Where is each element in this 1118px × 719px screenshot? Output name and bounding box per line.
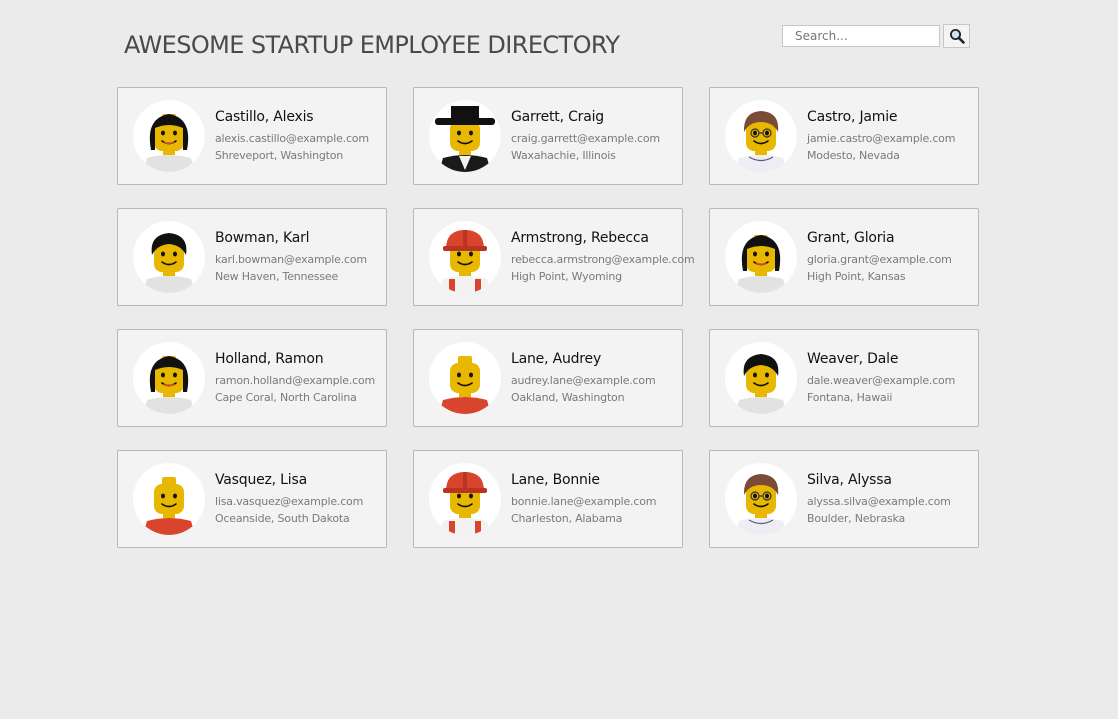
employee-card[interactable]: Holland, Ramon ramon.holland@example.com C… — [117, 329, 387, 427]
lego-minifig-icon — [143, 114, 195, 172]
employee-name: Weaver, Dale — [807, 350, 899, 367]
avatar — [133, 463, 205, 535]
employee-email: karl.bowman@example.com — [215, 252, 367, 266]
employee-info: Grant, Gloria gloria.grant@example.com Hig… — [807, 230, 952, 285]
lego-minifig-icon — [143, 356, 195, 414]
lego-minifig-icon — [735, 235, 787, 293]
employee-location: Boulder, Nebraska — [807, 511, 906, 525]
employee-info: Armstrong, Rebecca rebecca.armstrong@exam… — [511, 229, 695, 285]
employee-card[interactable]: Lane, Bonnie bonnie.lane@example.com Charl… — [413, 450, 683, 548]
employee-location: High Point, Kansas — [807, 269, 906, 283]
employee-name: Castro, Jamie — [807, 108, 898, 125]
search-input[interactable] — [782, 25, 940, 47]
employee-name: Garrett, Craig — [511, 108, 604, 125]
employee-info: Lane, Audrey audrey.lane@example.com Oakla… — [511, 350, 656, 406]
employee-email: audrey.lane@example.com — [511, 373, 656, 387]
search-button[interactable] — [943, 24, 970, 48]
lego-minifig-icon — [439, 472, 491, 535]
employee-card[interactable]: Castillo, Alexis alexis.castillo@example.… — [117, 87, 387, 185]
avatar — [133, 342, 205, 414]
lego-minifig-icon — [143, 477, 195, 535]
employee-gallery: Castillo, Alexis alexis.castillo@example.… — [117, 87, 979, 548]
employee-info: Holland, Ramon ramon.holland@example.com C… — [215, 351, 375, 406]
employee-name: Vasquez, Lisa — [215, 471, 307, 488]
lego-minifig-icon — [143, 233, 195, 293]
employee-location: Charleston, Alabama — [511, 511, 623, 525]
employee-name: Lane, Bonnie — [511, 471, 600, 488]
employee-location: Oceanside, South Dakota — [215, 511, 350, 525]
avatar — [725, 221, 797, 293]
employee-name: Armstrong, Rebecca — [511, 229, 649, 246]
avatar — [725, 342, 797, 414]
employee-name: Silva, Alyssa — [807, 471, 892, 488]
employee-name: Holland, Ramon — [215, 350, 324, 367]
employee-card[interactable]: Bowman, Karl karl.bowman@example.com New H… — [117, 208, 387, 306]
lego-minifig-icon — [439, 356, 491, 414]
employee-location: High Point, Wyoming — [511, 269, 622, 283]
avatar — [725, 463, 797, 535]
avatar — [429, 221, 501, 293]
employee-info: Weaver, Dale dale.weaver@example.com Fonta… — [807, 351, 955, 406]
employee-email: alexis.castillo@example.com — [215, 131, 369, 145]
employee-location: Modesto, Nevada — [807, 148, 900, 162]
avatar — [429, 463, 501, 535]
employee-email: dale.weaver@example.com — [807, 373, 956, 387]
page-title: AWESOME STARTUP EMPLOYEE DIRECTORY — [124, 31, 620, 59]
employee-email: bonnie.lane@example.com — [511, 494, 657, 508]
lego-minifig-icon — [435, 106, 495, 172]
employee-card[interactable]: Silva, Alyssa alyssa.silva@example.com Bou… — [709, 450, 979, 548]
employee-name: Lane, Audrey — [511, 350, 602, 367]
employee-email: alyssa.silva@example.com — [807, 494, 951, 508]
employee-info: Bowman, Karl karl.bowman@example.com New H… — [215, 230, 367, 285]
magnifier-icon — [949, 29, 965, 44]
employee-name: Grant, Gloria — [807, 229, 895, 246]
employee-card[interactable]: Weaver, Dale dale.weaver@example.com Fonta… — [709, 329, 979, 427]
employee-location: New Haven, Tennessee — [215, 269, 339, 283]
employee-name: Castillo, Alexis — [215, 108, 314, 125]
employee-email: jamie.castro@example.com — [807, 131, 956, 145]
employee-card[interactable]: Grant, Gloria gloria.grant@example.com Hig… — [709, 208, 979, 306]
avatar — [725, 100, 797, 172]
employee-location: Oakland, Washington — [511, 390, 625, 404]
employee-info: Castillo, Alexis alexis.castillo@example.… — [215, 109, 369, 164]
employee-info: Silva, Alyssa alyssa.silva@example.com Bou… — [807, 472, 951, 527]
employee-email: ramon.holland@example.com — [215, 373, 376, 387]
employee-card[interactable]: Vasquez, Lisa lisa.vasquez@example.com Oce… — [117, 450, 387, 548]
employee-name: Bowman, Karl — [215, 229, 310, 246]
employee-location: Fontana, Hawaii — [807, 390, 893, 404]
employee-info: Lane, Bonnie bonnie.lane@example.com Charl… — [511, 472, 656, 527]
avatar — [429, 100, 501, 172]
employee-card[interactable]: Garrett, Craig craig.garrett@example.com W… — [413, 87, 683, 185]
employee-info: Garrett, Craig craig.garrett@example.com W… — [511, 109, 660, 164]
employee-card[interactable]: Lane, Audrey audrey.lane@example.com Oakla… — [413, 329, 683, 427]
search-form — [782, 24, 970, 48]
employee-location: Cape Coral, North Carolina — [215, 390, 357, 404]
lego-minifig-icon — [735, 111, 787, 172]
avatar — [429, 342, 501, 414]
employee-info: Vasquez, Lisa lisa.vasquez@example.com Oce… — [215, 472, 363, 527]
lego-minifig-icon — [735, 474, 787, 535]
employee-email: gloria.grant@example.com — [807, 252, 952, 266]
employee-email: rebecca.armstrong@example.com — [511, 252, 695, 266]
avatar — [133, 100, 205, 172]
employee-card[interactable]: Castro, Jamie jamie.castro@example.com Mod… — [709, 87, 979, 185]
lego-minifig-icon — [735, 354, 787, 414]
employee-email: lisa.vasquez@example.com — [215, 494, 364, 508]
employee-card[interactable]: Armstrong, Rebecca rebecca.armstrong@exam… — [413, 208, 695, 306]
avatar — [133, 221, 205, 293]
employee-location: Waxahachie, Illinois — [511, 148, 616, 162]
lego-minifig-icon — [439, 230, 491, 293]
employee-info: Castro, Jamie jamie.castro@example.com Mod… — [807, 109, 955, 164]
employee-email: craig.garrett@example.com — [511, 131, 660, 145]
employee-location: Shreveport, Washington — [215, 148, 344, 162]
